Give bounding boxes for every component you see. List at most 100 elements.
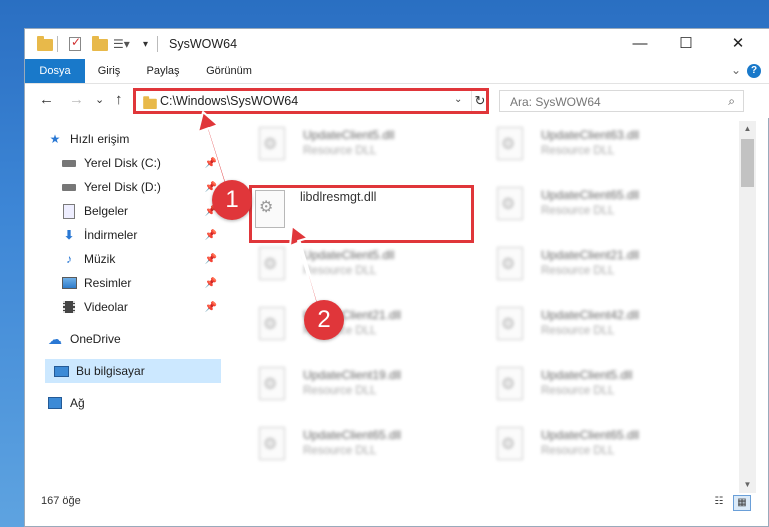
file-type: Resource DLL — [541, 325, 615, 337]
file-type: Resource DLL — [303, 145, 377, 157]
list-item[interactable]: UpdateClient19.dll Resource DLL — [251, 365, 476, 413]
pictures-icon — [61, 276, 77, 290]
tab-file[interactable]: Dosya — [25, 59, 85, 83]
sidebar-item-label: Resimler — [84, 276, 132, 290]
item-count: 167 öğe — [41, 495, 81, 507]
file-name: UpdateClient65.dll — [541, 188, 640, 202]
back-button[interactable]: ← — [39, 91, 54, 108]
dll-file-icon — [497, 127, 523, 160]
close-button[interactable]: ✕ — [709, 29, 767, 59]
tab-home[interactable]: Giriş — [89, 59, 129, 83]
file-type: Resource DLL — [541, 145, 615, 157]
file-type: Resource DLL — [303, 265, 377, 277]
sidebar-item-label: Videolar — [84, 300, 128, 314]
navigation-pane: ★ Hızlı erişim Yerel Disk (C:) 📌 Yerel D… — [25, 121, 223, 497]
search-input[interactable]: Ara: SysWOW64 ⌕ — [499, 90, 744, 112]
title-separator — [57, 36, 58, 52]
drive-icon — [61, 180, 77, 194]
file-name: UpdateClient19.dll — [303, 368, 402, 382]
scrollbar-thumb[interactable] — [741, 139, 754, 187]
file-name: UpdateClient42.dll — [541, 308, 640, 322]
dll-file-icon — [259, 247, 285, 280]
file-name: UpdateClient63.dll — [541, 128, 640, 142]
sidebar-item-local-disk-c[interactable]: Yerel Disk (C:) 📌 — [61, 151, 221, 175]
downloads-icon: ⬇ — [63, 228, 75, 242]
computer-icon — [53, 364, 69, 378]
sidebar-item-pictures[interactable]: Resimler 📌 — [61, 271, 221, 295]
file-name: UpdateClient5.dll — [541, 368, 633, 382]
ribbon: Dosya Giriş Paylaş Görünüm ⌄ ? — [25, 59, 769, 84]
tab-share[interactable]: Paylaş — [137, 59, 189, 83]
sidebar-item-label: İndirmeler — [84, 228, 138, 242]
sidebar-item-label: Müzik — [84, 252, 116, 266]
dll-file-icon — [259, 427, 285, 460]
list-item[interactable]: UpdateClient65.dll Resource DLL — [251, 425, 476, 473]
list-item[interactable]: UpdateClient65.dll Resource DLL — [489, 425, 714, 473]
pin-icon[interactable]: 📌 — [205, 158, 217, 169]
recent-locations-button[interactable]: ⌄ — [95, 93, 104, 106]
sidebar-item-onedrive[interactable]: ☁ OneDrive — [47, 327, 243, 351]
customize-toolbar-icon[interactable]: ☰▾ — [113, 36, 130, 52]
vertical-scrollbar[interactable]: ▲ ▼ — [739, 121, 756, 493]
minimize-button[interactable]: — — [617, 29, 663, 59]
list-item[interactable]: UpdateClient42.dll Resource DLL — [489, 305, 714, 353]
dll-file-icon — [259, 307, 285, 340]
toolbar-dropdown-icon[interactable]: ▾ — [143, 36, 148, 52]
quick-access-folder-icon[interactable] — [37, 36, 53, 52]
sidebar-item-network[interactable]: Ağ — [47, 391, 243, 415]
dll-file-icon — [497, 307, 523, 340]
file-type: Resource DLL — [541, 265, 615, 277]
list-item[interactable]: UpdateClient21.dll Resource DLL — [489, 245, 714, 293]
list-item[interactable]: UpdateClient63.dll Resource DLL — [489, 125, 714, 173]
pin-icon[interactable]: 📌 — [205, 302, 217, 313]
details-view-icon[interactable]: ☷ — [711, 495, 727, 509]
file-name: UpdateClient21.dll — [541, 248, 640, 262]
list-item[interactable]: UpdateClient5.dll Resource DLL — [251, 245, 476, 293]
videos-icon — [61, 300, 77, 314]
file-type: Resource DLL — [303, 445, 377, 457]
dll-file-icon — [259, 127, 285, 160]
list-item[interactable]: UpdateClient21.dll Resource DLL — [251, 305, 476, 353]
list-item[interactable]: UpdateClient65.dll Resource DLL — [489, 185, 714, 233]
sidebar-item-local-disk-d[interactable]: Yerel Disk (D:) 📌 — [61, 175, 221, 199]
ribbon-expand-icon[interactable]: ⌄ — [731, 63, 741, 77]
tiles-view-icon[interactable]: ▦ — [733, 495, 751, 511]
explorer-window: ☰▾ ▾ SysWOW64 — ☐ ✕ Dosya Giriş Paylaş G… — [24, 28, 769, 527]
sidebar-item-documents[interactable]: Belgeler 📌 — [61, 199, 221, 223]
file-type: Resource DLL — [303, 385, 377, 397]
maximize-button[interactable]: ☐ — [663, 29, 709, 59]
up-button[interactable]: ↑ — [115, 91, 123, 108]
address-highlight-box — [133, 88, 489, 114]
step-2-badge: 2 — [304, 300, 344, 340]
pin-icon[interactable]: 📌 — [205, 278, 217, 289]
properties-icon[interactable] — [69, 35, 81, 52]
list-item[interactable]: UpdateClient5.dll Resource DLL — [489, 365, 714, 413]
search-icon[interactable]: ⌕ — [728, 94, 735, 109]
file-name: UpdateClient65.dll — [303, 428, 402, 442]
scroll-up-icon[interactable]: ▲ — [739, 121, 756, 137]
sidebar-item-label: Hızlı erişim — [70, 132, 130, 146]
dll-file-icon — [497, 187, 523, 220]
sidebar-item-label: Bu bilgisayar — [76, 364, 145, 378]
new-folder-icon[interactable] — [92, 36, 108, 52]
sidebar-item-videos[interactable]: Videolar 📌 — [61, 295, 221, 319]
help-icon[interactable]: ? — [747, 64, 761, 78]
title-bar: ☰▾ ▾ SysWOW64 — ☐ ✕ — [25, 29, 769, 59]
file-name: UpdateClient65.dll — [541, 428, 640, 442]
forward-button[interactable]: → — [69, 91, 84, 108]
sidebar-item-label: Yerel Disk (C:) — [84, 156, 161, 170]
status-bar: 167 öğe ☷ ▦ — [25, 491, 769, 527]
sidebar-item-quick-access[interactable]: ★ Hızlı erişim — [47, 127, 243, 151]
target-file-highlight-box[interactable]: libdlresmgt.dll — [249, 185, 474, 243]
pin-icon[interactable]: 📌 — [205, 230, 217, 241]
list-item[interactable]: UpdateClient5.dll Resource DLL — [251, 125, 476, 173]
title-separator — [157, 36, 158, 52]
sidebar-item-downloads[interactable]: ⬇ İndirmeler 📌 — [61, 223, 221, 247]
pin-icon[interactable]: 📌 — [205, 254, 217, 265]
file-type: Resource DLL — [541, 385, 615, 397]
music-icon: ♪ — [66, 252, 72, 266]
sidebar-item-this-pc[interactable]: Bu bilgisayar — [45, 359, 221, 383]
sidebar-item-music[interactable]: ♪ Müzik 📌 — [61, 247, 221, 271]
target-file-item[interactable]: libdlresmgt.dll — [252, 188, 477, 236]
tab-view[interactable]: Görünüm — [197, 59, 261, 83]
